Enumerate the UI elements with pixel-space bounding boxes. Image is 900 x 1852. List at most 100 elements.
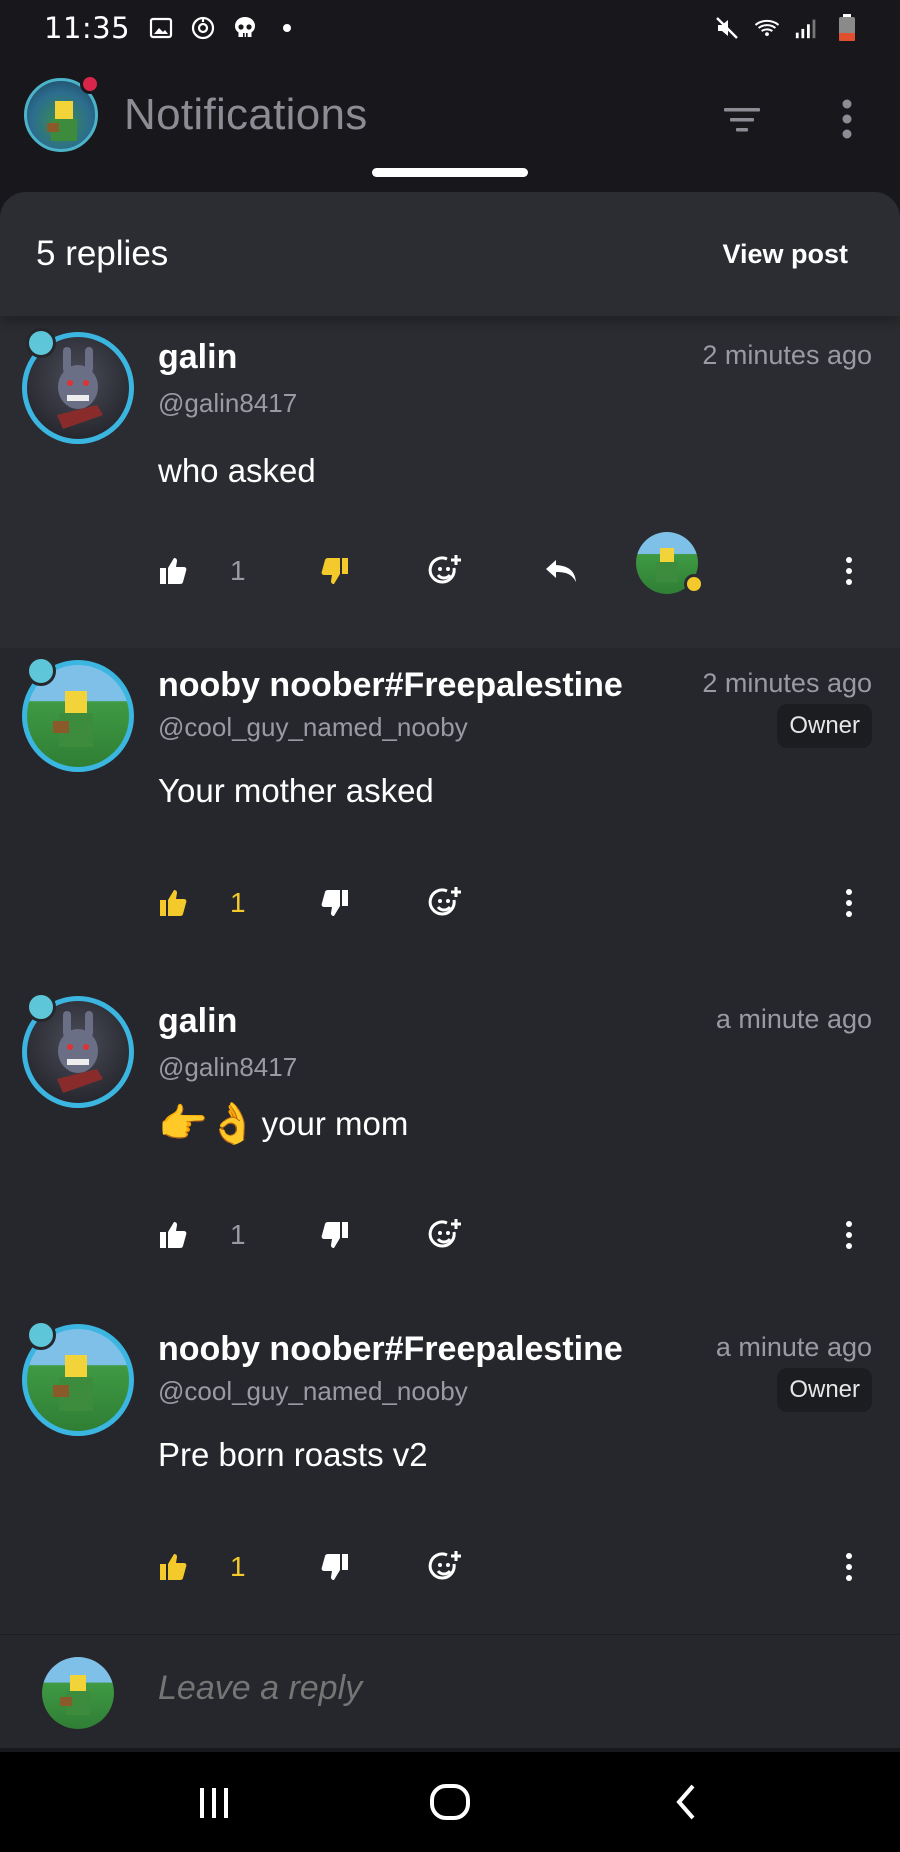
more-options-button[interactable] bbox=[844, 1542, 854, 1592]
reply-time: a minute ago bbox=[715, 1004, 872, 1034]
reply-arrow-icon bbox=[546, 560, 576, 582]
reply-actions: 1 bbox=[158, 1210, 878, 1260]
replies-count: 5 replies bbox=[36, 234, 169, 273]
reply-item: nooby noober#Freepalestine @cool_guy_nam… bbox=[0, 1312, 900, 1632]
signal-icon bbox=[794, 15, 820, 41]
reply-username[interactable]: galin bbox=[158, 338, 237, 377]
more-options-button[interactable] bbox=[844, 546, 854, 596]
notification-badge bbox=[80, 74, 100, 94]
drag-handle[interactable] bbox=[372, 168, 528, 177]
replies-sheet: 5 replies View post galin @galin8417 2 m… bbox=[0, 192, 900, 1748]
reply-username[interactable]: nooby noober#Freepalestine bbox=[158, 666, 623, 705]
reply-emoji: 👉👌 bbox=[158, 1102, 258, 1146]
add-reaction-button[interactable] bbox=[428, 1542, 464, 1592]
thumbs-up-icon bbox=[160, 558, 187, 584]
reply-input[interactable] bbox=[158, 1669, 858, 1708]
dislike-button[interactable] bbox=[320, 546, 350, 596]
reply-username[interactable]: nooby noober#Freepalestine bbox=[158, 1330, 623, 1369]
system-nav-bar bbox=[0, 1752, 900, 1852]
add-reaction-button[interactable] bbox=[428, 546, 464, 596]
reply-handle: @galin8417 bbox=[158, 1052, 298, 1082]
reply-text: 👉👌 your mom bbox=[158, 1100, 408, 1147]
reply-item: galin @galin8417 a minute ago 👉👌 your mo… bbox=[0, 980, 900, 1312]
owner-badge: Owner bbox=[777, 704, 872, 748]
more-vert-icon bbox=[846, 889, 852, 917]
reply-time: a minute ago bbox=[715, 1332, 872, 1362]
online-dot bbox=[684, 574, 704, 594]
like-count: 1 bbox=[230, 1551, 246, 1582]
reply-text-content: Pre born roasts v2 bbox=[158, 1436, 428, 1473]
thumbs-up-icon bbox=[160, 1554, 187, 1580]
avatar-frame-badge bbox=[26, 328, 56, 358]
current-user-avatar bbox=[42, 1657, 114, 1729]
add-reaction-icon bbox=[428, 555, 461, 584]
avatar-frame-badge bbox=[26, 1320, 56, 1350]
reply-item: galin @galin8417 2 minutes ago who asked… bbox=[0, 316, 900, 648]
thumbs-down-icon bbox=[321, 1222, 348, 1248]
reply-actions: 1 bbox=[158, 532, 878, 596]
like-count: 1 bbox=[230, 1219, 246, 1250]
reply-username[interactable]: galin bbox=[158, 1002, 237, 1041]
thumbs-down-icon bbox=[321, 890, 348, 916]
avatar-frame-badge bbox=[26, 656, 56, 686]
app-header: Notifications bbox=[0, 64, 900, 174]
reply-avatar[interactable] bbox=[22, 656, 134, 772]
reply-text-content: who asked bbox=[158, 452, 316, 489]
like-button[interactable] bbox=[158, 1542, 188, 1592]
like-count: 1 bbox=[230, 555, 246, 586]
reply-avatar[interactable] bbox=[22, 328, 134, 444]
add-reaction-button[interactable] bbox=[428, 878, 464, 928]
dot-icon bbox=[274, 15, 300, 41]
reply-item: nooby noober#Freepalestine @cool_guy_nam… bbox=[0, 648, 900, 980]
dislike-button[interactable] bbox=[320, 1210, 350, 1260]
dislike-button[interactable] bbox=[320, 1542, 350, 1592]
status-bar: 11:35 bbox=[0, 0, 900, 56]
reply-avatar[interactable] bbox=[22, 992, 134, 1108]
status-notification-icons bbox=[148, 15, 300, 41]
like-button[interactable] bbox=[158, 878, 188, 928]
more-vert-icon[interactable] bbox=[834, 96, 860, 142]
add-reaction-icon bbox=[428, 1219, 461, 1248]
filter-icon[interactable] bbox=[722, 100, 762, 140]
add-reaction-icon bbox=[428, 887, 461, 916]
reply-handle: @cool_guy_named_nooby bbox=[158, 712, 468, 742]
reply-handle: @cool_guy_named_nooby bbox=[158, 1376, 468, 1406]
thumbs-up-icon bbox=[160, 890, 187, 916]
like-button[interactable] bbox=[158, 1210, 188, 1260]
status-system-icons bbox=[714, 14, 860, 41]
reply-avatar[interactable] bbox=[22, 1320, 134, 1436]
reply-handle: @galin8417 bbox=[158, 388, 298, 418]
thumbs-up-icon bbox=[160, 1222, 187, 1248]
like-button[interactable] bbox=[158, 546, 188, 596]
reply-text: Your mother asked bbox=[158, 772, 434, 810]
back-icon[interactable] bbox=[656, 1776, 716, 1828]
home-icon[interactable] bbox=[420, 1776, 480, 1828]
avatar-frame-badge bbox=[26, 992, 56, 1022]
reply-actions: 1 bbox=[158, 1542, 878, 1592]
image-icon bbox=[148, 15, 174, 41]
more-vert-icon bbox=[846, 557, 852, 585]
reply-button[interactable] bbox=[544, 546, 578, 596]
page-title: Notifications bbox=[124, 90, 368, 139]
reply-time: 2 minutes ago bbox=[702, 668, 872, 698]
wifi-icon bbox=[754, 15, 780, 41]
reply-text-content: Your mother asked bbox=[158, 772, 434, 809]
reply-composer bbox=[0, 1634, 900, 1748]
add-reaction-icon bbox=[428, 1551, 461, 1580]
owner-badge: Owner bbox=[777, 1368, 872, 1412]
battery-icon bbox=[834, 14, 860, 41]
status-time: 11:35 bbox=[44, 11, 131, 45]
reply-text: Pre born roasts v2 bbox=[158, 1436, 428, 1474]
recent-apps-icon[interactable] bbox=[184, 1776, 244, 1828]
dislike-button[interactable] bbox=[320, 878, 350, 928]
reply-actions: 1 bbox=[158, 878, 878, 928]
add-reaction-button[interactable] bbox=[428, 1210, 464, 1260]
thumbs-down-icon bbox=[321, 558, 348, 584]
view-post-button[interactable]: View post bbox=[722, 239, 848, 270]
more-options-button[interactable] bbox=[844, 878, 854, 928]
skull-icon bbox=[232, 15, 258, 41]
more-options-button[interactable] bbox=[844, 1210, 854, 1260]
thumbs-down-icon bbox=[321, 1554, 348, 1580]
reply-text: who asked bbox=[158, 452, 316, 490]
like-count: 1 bbox=[230, 887, 246, 918]
